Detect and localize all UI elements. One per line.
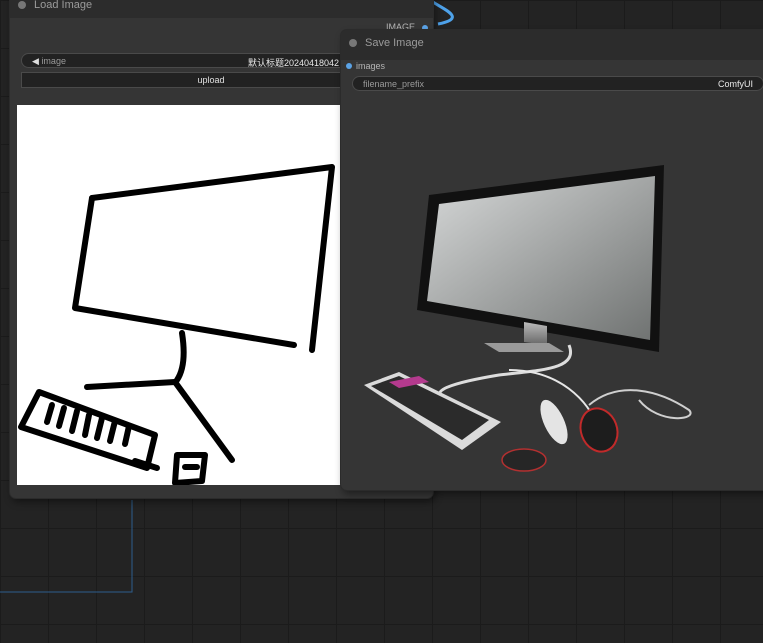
load-image-preview — [17, 105, 341, 485]
load-image-title-bar[interactable]: Load Image — [10, 0, 433, 18]
filename-prefix-value: ComfyUI — [717, 79, 753, 89]
image-combo-value: 默认标题20240418042 — [248, 58, 340, 68]
images-input-label: images — [356, 61, 386, 71]
save-image-title: Save Image — [365, 37, 424, 49]
collapse-dot-icon[interactable] — [18, 1, 26, 9]
left-arrow-icon[interactable]: ◀ — [32, 56, 39, 66]
rendered-computer-icon — [364, 165, 692, 472]
save-image-preview — [359, 160, 699, 480]
filename-prefix-label: filename_prefix — [363, 79, 425, 89]
save-image-title-bar[interactable]: Save Image — [341, 30, 763, 60]
collapse-dot-icon[interactable] — [349, 39, 357, 47]
save-image-node[interactable]: Save Image images filename_prefix ComfyU… — [341, 30, 763, 490]
filename-prefix-field[interactable]: filename_prefix ComfyUI — [352, 76, 763, 91]
sketch-of-computer-icon — [18, 164, 335, 485]
images-input-socket[interactable] — [346, 63, 352, 69]
load-image-title: Load Image — [34, 0, 93, 11]
image-combo-label: image — [41, 56, 66, 66]
